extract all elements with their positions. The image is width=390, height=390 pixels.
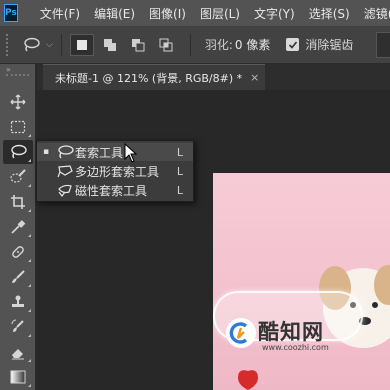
divider: [189, 33, 191, 56]
rectangular-marquee-icon: [10, 120, 26, 134]
tool-crop[interactable]: [3, 190, 33, 214]
intersect-selection-icon: [159, 38, 173, 51]
menu-select[interactable]: 选择(S): [309, 5, 350, 22]
crop-icon: [11, 195, 25, 209]
eyedropper-icon: [11, 220, 26, 234]
polygonal-lasso-icon: [55, 164, 75, 178]
quick-selection-icon: [10, 169, 26, 183]
checkmark-icon: [288, 40, 297, 49]
subtract-from-selection-button[interactable]: [126, 34, 150, 56]
menu-image[interactable]: 图像(I): [149, 5, 186, 22]
tool-brush[interactable]: [3, 265, 33, 289]
antialias-label: 消除锯齿: [305, 38, 354, 52]
options-bar: ⌵ 羽化: 0 像素 消除锯齿: [0, 26, 390, 64]
flyout-item-magnetic-lasso[interactable]: 磁性套索工具 L: [37, 181, 193, 199]
menu-filter[interactable]: 滤镜(: [364, 5, 390, 22]
brush-icon: [12, 270, 25, 283]
feather-input[interactable]: 0 像素: [235, 36, 270, 53]
coozhi-logo-icon: [229, 322, 248, 344]
tool-gradient[interactable]: [3, 365, 33, 389]
flyout-item-label: 多边形套索工具: [75, 164, 160, 179]
checkbox[interactable]: [286, 38, 300, 51]
move-icon: [10, 94, 26, 110]
clone-stamp-icon: [12, 295, 24, 307]
lasso-icon: [24, 37, 40, 51]
menu-type[interactable]: 文字(Y): [254, 5, 295, 22]
tool-eyedropper[interactable]: [3, 215, 33, 239]
toolbar-grip[interactable]: [6, 74, 29, 80]
flyout-item-label: 套索工具: [75, 145, 124, 160]
flyout-item-shortcut: L: [176, 183, 183, 197]
chevron-down-icon: ⌵: [46, 39, 53, 50]
history-brush-icon: [11, 319, 24, 332]
lasso-icon: [55, 145, 75, 159]
tool-healing[interactable]: [3, 240, 33, 264]
divider: [60, 33, 62, 56]
mouse-cursor-icon: [124, 143, 138, 163]
flyout-item-polygonal-lasso[interactable]: 多边形套索工具 L: [37, 162, 193, 180]
menu-items: 文件(F) 编辑(E) 图像(I) 图层(L) 文字(Y) 选择(S) 滤镜(: [40, 5, 390, 22]
tool-preset-picker[interactable]: ⌵: [22, 37, 53, 53]
new-selection-icon: [76, 39, 87, 50]
tool-stamp[interactable]: [3, 290, 33, 314]
tool-quick-select[interactable]: [3, 165, 33, 189]
puppy-photo: [238, 265, 390, 390]
flyout-item-shortcut: L: [176, 164, 183, 178]
intersect-selection-button[interactable]: [154, 34, 178, 56]
watermark-logo-icon: [226, 318, 256, 348]
selected-bullet: ▪: [42, 147, 50, 157]
menu-edit[interactable]: 编辑(E): [94, 5, 135, 22]
watermark-name: 酷知网: [258, 320, 324, 344]
tool-lasso[interactable]: [3, 140, 33, 164]
antialias-checkbox[interactable]: 消除锯齿: [286, 36, 353, 53]
tool-move[interactable]: [3, 90, 33, 114]
feather-label: 羽化:: [204, 38, 233, 52]
subtract-selection-icon: [131, 38, 145, 51]
magnetic-lasso-icon: [55, 183, 75, 197]
photoshop-logo-icon[interactable]: Ps: [4, 4, 18, 22]
flyout-item-label: 磁性套索工具: [75, 183, 148, 198]
add-selection-icon: [103, 38, 116, 51]
document-tab-bar: 未标题-1 @ 121% (背景, RGB/8#) * ×: [37, 64, 390, 90]
gradient-icon: [10, 370, 26, 384]
tool-marquee[interactable]: [3, 115, 33, 139]
add-to-selection-button[interactable]: [98, 34, 122, 56]
document-canvas[interactable]: [213, 173, 390, 390]
flyout-item-shortcut: L: [176, 145, 183, 159]
tool-history-brush[interactable]: [3, 315, 33, 339]
watermark-url: www.coozhi.com: [262, 343, 329, 352]
menu-layer[interactable]: 图层(L): [200, 5, 240, 22]
tool-eraser[interactable]: [3, 340, 33, 364]
lasso-tools-flyout: ▪ 套索工具 L 多边形套索工具 L 磁性套索工具 L: [36, 140, 194, 202]
options-grip[interactable]: [6, 33, 12, 56]
document-tab-title: 未标题-1 @ 121% (背景, RGB/8#) *: [55, 71, 243, 85]
collapse-icon[interactable]: »: [0, 64, 35, 74]
close-icon[interactable]: ×: [250, 71, 259, 84]
flyout-item-lasso[interactable]: ▪ 套索工具 L: [37, 143, 193, 161]
lasso-icon: [11, 144, 27, 159]
menu-file[interactable]: 文件(F): [40, 5, 80, 22]
healing-brush-icon: [12, 246, 24, 258]
eraser-icon: [12, 349, 24, 360]
new-selection-button[interactable]: [69, 33, 94, 56]
select-and-mask-button[interactable]: [376, 32, 390, 58]
tools-panel: »: [0, 64, 36, 390]
menu-bar: Ps 文件(F) 编辑(E) 图像(I) 图层(L) 文字(Y) 选择(S) 滤…: [0, 0, 390, 26]
document-tab[interactable]: 未标题-1 @ 121% (背景, RGB/8#) * ×: [43, 64, 265, 90]
